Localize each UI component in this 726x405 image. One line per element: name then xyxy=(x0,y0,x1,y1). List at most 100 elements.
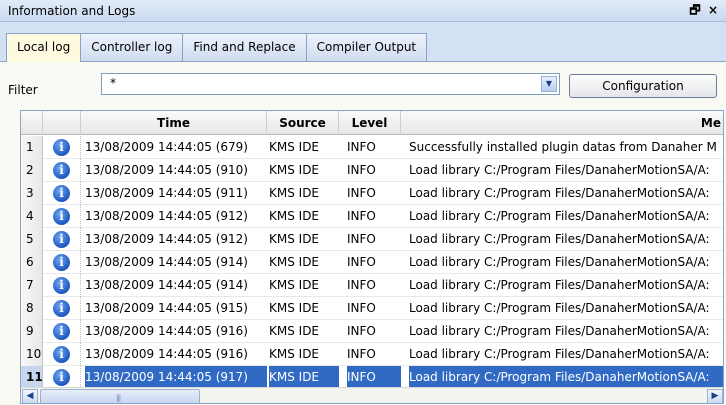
table-row[interactable]: 3 i 13/08/2009 14:44:05 (911) KMS IDE INFO Lo… xyxy=(21,182,723,205)
header-level[interactable]: Level xyxy=(339,111,401,135)
table-row[interactable]: 10 i 13/08/2009 14:44:05 (916) KMS IDE INFO L… xyxy=(21,343,723,366)
table-row[interactable]: 2 i 13/08/2009 14:44:05 (910) KMS IDE INFO Lo… xyxy=(21,159,723,182)
row-number: 11 xyxy=(21,366,43,389)
scroll-thumb[interactable]: ||| xyxy=(40,389,200,403)
information-and-logs-panel: Information and Logs 🗗 × Local log Contro… xyxy=(0,0,726,405)
grid-header: Time Source Level Me xyxy=(21,111,723,135)
tab-strip: Local log Controller log Find and Replace C… xyxy=(6,33,428,62)
table-row[interactable]: 4 i 13/08/2009 14:44:05 (912) KMS IDE INFO Lo… xyxy=(21,205,723,228)
message-cell: Load library C:/Program Files/DanaherMot… xyxy=(409,366,723,389)
row-number: 6 xyxy=(21,251,43,274)
tab-local-log[interactable]: Local log xyxy=(6,33,82,62)
row-icon-cell: i xyxy=(43,320,81,343)
level-cell: INFO xyxy=(347,278,376,292)
info-icon: i xyxy=(53,277,70,294)
level-cell: INFO xyxy=(347,163,376,177)
row-number: 4 xyxy=(21,205,43,228)
grip-icon: ||| xyxy=(116,394,121,402)
source-cell: KMS IDE xyxy=(269,301,320,315)
restore-window-icon[interactable]: 🗗 xyxy=(688,3,702,17)
table-row[interactable]: 1 i 13/08/2009 14:44:05 (679) KMS IDE INFO Su… xyxy=(21,136,723,159)
table-row[interactable]: 11 i 13/08/2009 14:44:05 (917) KMS IDE INFO L… xyxy=(21,366,723,389)
message-cell: Load library C:/Program Files/DanaherMot… xyxy=(409,186,710,200)
scroll-right-icon[interactable]: ▶ xyxy=(707,389,723,403)
time-cell: 13/08/2009 14:44:05 (910) xyxy=(85,163,248,177)
source-cell: KMS IDE xyxy=(269,163,320,177)
table-row[interactable]: 7 i 13/08/2009 14:44:05 (914) KMS IDE INFO Lo… xyxy=(21,274,723,297)
row-icon-cell: i xyxy=(43,159,81,182)
message-cell: Load library C:/Program Files/DanaherMot… xyxy=(409,209,710,223)
tab-compiler-output[interactable]: Compiler Output xyxy=(305,33,428,61)
row-icon-cell: i xyxy=(43,205,81,228)
info-icon: i xyxy=(53,162,70,179)
time-cell: 13/08/2009 14:44:05 (912) xyxy=(85,232,248,246)
source-cell: KMS IDE xyxy=(269,186,320,200)
table-row[interactable]: 5 i 13/08/2009 14:44:05 (912) KMS IDE INFO Lo… xyxy=(21,228,723,251)
level-cell: INFO xyxy=(347,347,376,361)
info-icon: i xyxy=(53,208,70,225)
row-number: 1 xyxy=(21,136,43,159)
row-icon-cell: i xyxy=(43,343,81,366)
level-cell: INFO xyxy=(347,140,376,154)
message-cell: Load library C:/Program Files/DanaherMot… xyxy=(409,324,710,338)
scroll-left-icon[interactable]: ◀ xyxy=(22,389,38,403)
row-number: 8 xyxy=(21,297,43,320)
close-icon[interactable]: × xyxy=(706,3,720,17)
time-cell: 13/08/2009 14:44:05 (912) xyxy=(85,209,248,223)
info-icon: i xyxy=(53,300,70,317)
row-icon-cell: i xyxy=(43,297,81,320)
chevron-down-icon[interactable]: ▼ xyxy=(541,76,557,92)
row-icon-cell: i xyxy=(43,228,81,251)
info-icon: i xyxy=(53,254,70,271)
row-number: 10 xyxy=(21,343,43,366)
time-cell: 13/08/2009 14:44:05 (915) xyxy=(85,301,248,315)
time-cell: 13/08/2009 14:44:05 (679) xyxy=(85,140,248,154)
level-cell: INFO xyxy=(347,324,376,338)
info-icon: i xyxy=(53,346,70,363)
message-cell: Load library C:/Program Files/DanaherMot… xyxy=(409,278,710,292)
table-row[interactable]: 8 i 13/08/2009 14:44:05 (915) KMS IDE INFO Lo… xyxy=(21,297,723,320)
info-icon: i xyxy=(53,139,70,156)
row-number: 5 xyxy=(21,228,43,251)
level-cell: INFO xyxy=(347,255,376,269)
message-cell: Load library C:/Program Files/DanaherMot… xyxy=(409,301,710,315)
title-bar-buttons: 🗗 × xyxy=(688,3,720,17)
header-message[interactable]: Me xyxy=(401,111,723,135)
level-cell: INFO xyxy=(347,301,376,315)
message-cell: Load library C:/Program Files/DanaherMot… xyxy=(409,232,710,246)
configuration-button[interactable]: Configuration xyxy=(569,74,717,98)
row-icon-cell: i xyxy=(43,136,81,159)
row-number: 3 xyxy=(21,182,43,205)
filter-combobox[interactable]: * ▼ xyxy=(101,73,560,95)
source-cell: KMS IDE xyxy=(269,278,320,292)
row-number: 7 xyxy=(21,274,43,297)
row-icon-cell: i xyxy=(43,274,81,297)
header-time[interactable]: Time xyxy=(81,111,267,135)
log-grid: Time Source Level Me 1 i 13/08/2009 14:44:… xyxy=(20,110,724,404)
filter-value[interactable]: * xyxy=(110,76,116,90)
time-cell: 13/08/2009 14:44:05 (911) xyxy=(85,186,248,200)
tab-find-and-replace[interactable]: Find and Replace xyxy=(182,33,307,61)
time-cell: 13/08/2009 14:44:05 (917) xyxy=(85,366,267,389)
source-cell: KMS IDE xyxy=(269,366,339,389)
info-icon: i xyxy=(53,185,70,202)
header-source[interactable]: Source xyxy=(267,111,339,135)
source-cell: KMS IDE xyxy=(269,232,320,246)
source-cell: KMS IDE xyxy=(269,324,320,338)
row-number: 2 xyxy=(21,159,43,182)
row-icon-cell: i xyxy=(43,366,81,389)
filter-label: Filter xyxy=(8,83,38,97)
info-icon: i xyxy=(53,369,70,386)
table-row[interactable]: 6 i 13/08/2009 14:44:05 (914) KMS IDE INFO Lo… xyxy=(21,251,723,274)
level-cell: INFO xyxy=(347,186,376,200)
time-cell: 13/08/2009 14:44:05 (914) xyxy=(85,255,248,269)
tab-controller-log[interactable]: Controller log xyxy=(80,33,184,61)
table-row[interactable]: 9 i 13/08/2009 14:44:05 (916) KMS IDE INFO Lo… xyxy=(21,320,723,343)
horizontal-scrollbar[interactable]: ◀ ||| ▶ xyxy=(21,387,723,403)
row-number: 9 xyxy=(21,320,43,343)
row-icon-cell: i xyxy=(43,251,81,274)
panel-title-bar: Information and Logs 🗗 × xyxy=(0,0,726,22)
header-rownum xyxy=(21,111,43,135)
message-cell: Load library C:/Program Files/DanaherMot… xyxy=(409,255,710,269)
info-icon: i xyxy=(53,231,70,248)
